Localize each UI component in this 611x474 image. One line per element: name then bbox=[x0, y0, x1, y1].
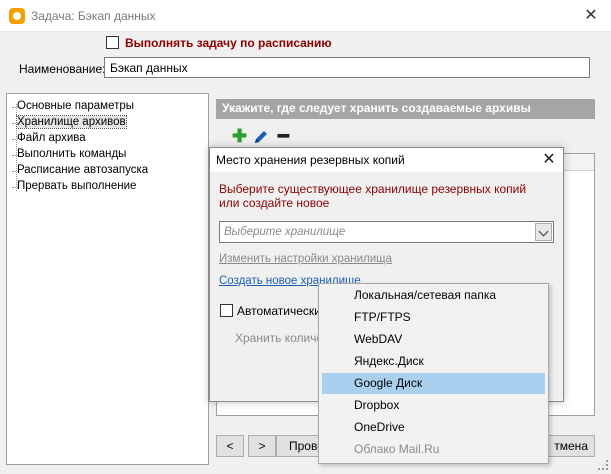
next-button[interactable]: > bbox=[248, 435, 276, 457]
keep-label: Хранить количе bbox=[235, 331, 319, 345]
menu-item-yandex-disk[interactable]: Яндекс.Диск bbox=[322, 351, 545, 372]
schedule-checkbox[interactable] bbox=[106, 36, 119, 49]
menu-item-ftp[interactable]: FTP/FTPS bbox=[322, 307, 545, 328]
tree-item-abort[interactable]: Прервать выполнение bbox=[11, 180, 136, 192]
minus-icon[interactable]: ━ bbox=[278, 127, 289, 145]
window-title: Задача: Бэкап данных bbox=[31, 9, 156, 23]
menu-item-dropbox[interactable]: Dropbox bbox=[322, 395, 545, 416]
edit-storage-link: Изменить настройки хранилища bbox=[219, 253, 393, 265]
menu-item-webdav[interactable]: WebDAV bbox=[322, 329, 545, 350]
storage-combo[interactable]: Выберите хранилище bbox=[219, 221, 554, 243]
settings-tree: Основные параметры Хранилище архивов Фай… bbox=[6, 93, 209, 465]
panel-header: Укажите, где следует хранить создаваемые… bbox=[216, 99, 595, 119]
menu-item-local-folder[interactable]: Локальная/сетевая папка bbox=[322, 285, 545, 306]
tree-item-basic[interactable]: Основные параметры bbox=[11, 100, 134, 112]
prev-button[interactable]: < bbox=[216, 435, 244, 457]
title-bar: Задача: Бэкап данных ✕ bbox=[0, 0, 611, 32]
menu-item-onedrive[interactable]: OneDrive bbox=[322, 417, 545, 438]
tree-item-schedule[interactable]: Расписание автозапуска bbox=[11, 164, 148, 176]
check-button[interactable]: Прове bbox=[276, 435, 320, 457]
storage-type-menu: Локальная/сетевая папка FTP/FTPS WebDAV … bbox=[318, 283, 549, 464]
dialog-close-icon[interactable]: ✕ bbox=[538, 149, 560, 171]
auto-checkbox[interactable] bbox=[220, 304, 233, 317]
schedule-label[interactable]: Выполнять задачу по расписанию bbox=[125, 36, 332, 50]
tree-item-commands[interactable]: Выполнить команды bbox=[11, 148, 126, 160]
auto-label[interactable]: Автоматически у bbox=[237, 304, 319, 318]
tree-item-storage[interactable]: Хранилище архивов bbox=[12, 115, 127, 129]
dialog-prompt: Выберите существующее хранилище резервны… bbox=[219, 182, 527, 210]
combo-placeholder: Выберите хранилище bbox=[224, 226, 346, 238]
dialog-title-bar: Место хранения резервных копий ✕ bbox=[210, 148, 563, 172]
name-label: Наименование: bbox=[19, 62, 106, 76]
menu-item-mailru-cloud: Облако Mail.Ru bbox=[354, 442, 440, 456]
tree-item-archive-file[interactable]: Файл архива bbox=[12, 132, 86, 144]
pencil-icon[interactable] bbox=[252, 128, 270, 146]
close-icon[interactable]: ✕ bbox=[578, 5, 604, 27]
chevron-down-icon[interactable] bbox=[535, 223, 552, 241]
app-logo-icon bbox=[9, 8, 25, 24]
cancel-button[interactable]: тмена bbox=[545, 435, 595, 457]
dialog-title: Место хранения резервных копий bbox=[216, 153, 405, 167]
resize-grip[interactable] bbox=[598, 460, 608, 470]
menu-item-google-drive[interactable]: Google Диск bbox=[322, 373, 545, 394]
plus-icon[interactable]: ✚ bbox=[232, 127, 247, 145]
name-input[interactable]: Бэкап данных bbox=[104, 57, 590, 78]
